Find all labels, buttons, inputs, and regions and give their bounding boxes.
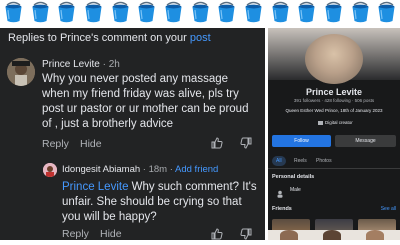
bucket-icon xyxy=(111,1,130,23)
comment-text: Why you never posted any massage when my… xyxy=(42,73,249,130)
follow-button[interactable]: Follow xyxy=(272,135,331,147)
avatar-photo-icon xyxy=(7,58,35,86)
bucket-icon xyxy=(217,1,236,23)
lower-panel-strip xyxy=(268,230,400,240)
avatar[interactable] xyxy=(7,58,35,86)
reply-button[interactable]: Reply xyxy=(42,138,69,150)
friend-thumbnail[interactable] xyxy=(358,219,396,230)
profile-panel: Prince Levite 391 followers · 428 follow… xyxy=(268,28,400,230)
comment-author-line: Idongesit Abiamah · 18m · Add friend xyxy=(62,164,218,175)
bucket-icon xyxy=(244,1,263,23)
bucket-icon xyxy=(324,1,343,23)
bucket-icon xyxy=(377,1,396,23)
divider xyxy=(268,168,400,169)
personal-details-title: Personal details xyxy=(272,174,315,180)
tab-all[interactable]: All xyxy=(272,156,286,166)
bucket-icon xyxy=(57,1,76,23)
post-link[interactable]: post xyxy=(190,32,211,44)
gender-value: Male xyxy=(290,187,301,193)
bucket-icon xyxy=(164,1,183,23)
bucket-icon xyxy=(4,1,23,23)
comment-time: · 18m · xyxy=(140,164,176,175)
follow-button-label: Follow xyxy=(294,138,309,144)
profile-bio: Queen Esther Wed Prince, 18th of January… xyxy=(285,108,383,113)
message-button[interactable]: Message xyxy=(335,135,396,147)
bucket-icon xyxy=(351,1,370,23)
thumbs-down-icon[interactable] xyxy=(240,136,252,154)
comment-text: Prince Levite Why such comment? It's unf… xyxy=(62,180,262,225)
bucket-icon xyxy=(31,1,50,23)
bucket-icon xyxy=(297,1,316,23)
profile-stats: 391 followers · 428 following · 506 post… xyxy=(293,98,375,103)
bucket-icon xyxy=(191,1,210,23)
emoji-row xyxy=(0,0,400,25)
friend-avatar xyxy=(323,230,341,240)
friend-thumbnail[interactable] xyxy=(315,219,353,230)
briefcase-icon xyxy=(318,120,323,125)
mention-link[interactable]: Prince Levite xyxy=(62,181,128,193)
add-friend-link[interactable]: Add friend xyxy=(175,164,218,175)
replies-header: Replies to Prince's comment on your post xyxy=(8,32,211,44)
bucket-icon xyxy=(84,1,103,23)
hide-button[interactable]: Hide xyxy=(100,228,122,240)
comment-time: · 2h xyxy=(99,59,120,70)
friends-title: Friends xyxy=(272,206,292,212)
thumbs-up-icon[interactable] xyxy=(211,136,223,154)
friend-avatar xyxy=(280,230,298,240)
comment-author[interactable]: Idongesit Abiamah xyxy=(62,164,140,175)
person-icon xyxy=(276,185,284,203)
avatar[interactable] xyxy=(43,163,57,177)
tab-reels[interactable]: Reels xyxy=(290,156,311,166)
friend-avatar xyxy=(366,230,384,240)
thumbs-down-icon[interactable] xyxy=(240,227,252,245)
profile-category: Digital creator xyxy=(318,120,353,125)
hide-button[interactable]: Hide xyxy=(80,138,102,150)
message-button-label: Message xyxy=(355,138,376,144)
see-all-link[interactable]: See all xyxy=(381,206,396,212)
comment-author-line: Prince Levite · 2h xyxy=(42,59,120,70)
thumbs-up-icon[interactable] xyxy=(211,227,223,245)
bucket-icon xyxy=(137,1,156,23)
reply-button[interactable]: Reply xyxy=(62,228,89,240)
profile-category-label: Digital creator xyxy=(325,120,353,125)
profile-name: Prince Levite xyxy=(305,87,363,97)
profile-photo[interactable] xyxy=(305,34,363,84)
friend-thumbnail[interactable] xyxy=(272,219,310,230)
comment-author[interactable]: Prince Levite xyxy=(42,59,100,70)
bucket-icon xyxy=(271,1,290,23)
avatar-photo-icon xyxy=(43,163,57,177)
replies-header-text: Replies to Prince's comment on your xyxy=(8,32,187,44)
tab-photos[interactable]: Photos xyxy=(312,156,336,166)
